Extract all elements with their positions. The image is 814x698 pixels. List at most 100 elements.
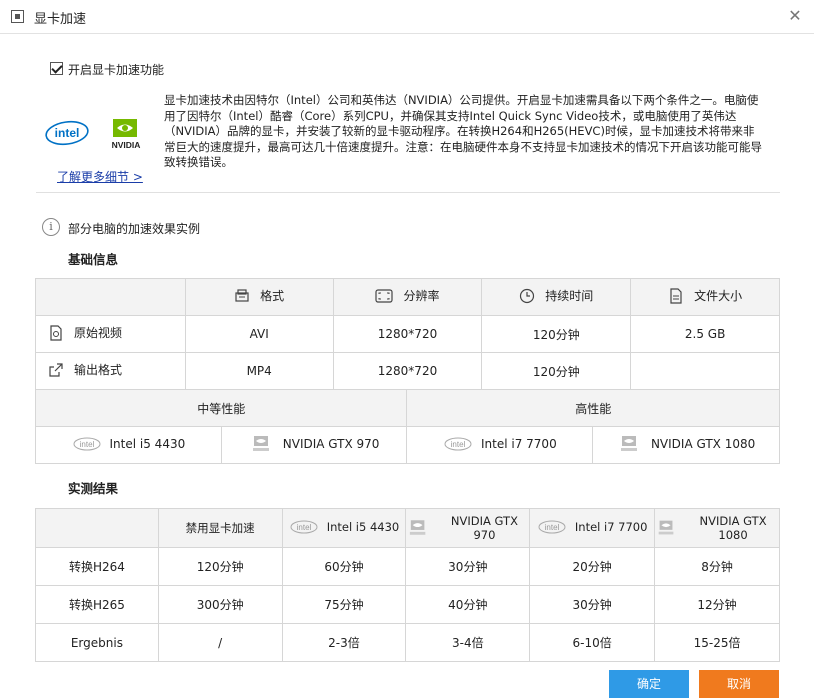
- table-cell: 20分钟: [529, 547, 656, 586]
- group-medium: 中等性能: [34, 389, 408, 427]
- header-hardware: intel Intel i7 7700: [529, 508, 656, 548]
- title-bar: 显卡加速 ✕: [0, 0, 814, 34]
- intel-small-icon: intel: [73, 437, 101, 450]
- table-row: 原始视频 AVI 1280*720 120分钟 2.5 GB: [35, 315, 780, 353]
- header-filesize-label: 文件大小: [694, 289, 743, 304]
- basic-info-heading: 基础信息: [68, 252, 119, 267]
- header-resolution-label: 分辨率: [403, 289, 440, 304]
- results-header-row: 禁用显卡加速 intel Intel i5 4430 NVIDIA GTX 97…: [35, 508, 780, 548]
- basic-info-header-row: 格式 分辨率 持续时间 文件大小: [35, 278, 780, 316]
- table-cell: 120分钟: [481, 315, 632, 353]
- performance-table: 中等性能 高性能 intel Intel i5 4430 NVIDIA GTX …: [34, 389, 780, 464]
- header-format: 格式: [184, 278, 334, 316]
- nvidia-small-icon: [620, 435, 637, 451]
- source-video-label: 原始视频: [74, 326, 123, 341]
- hardware-name: NVIDIA GTX 1080: [699, 514, 767, 542]
- table-cell: 2-3倍: [281, 623, 407, 662]
- row-label: 转换H265: [35, 585, 159, 624]
- chip-icon: [11, 10, 24, 23]
- table-cell: /: [157, 623, 283, 662]
- table-cell: 1280*720: [332, 315, 483, 353]
- intel-logo: intel: [45, 120, 89, 146]
- table-cell: 300分钟: [157, 585, 283, 624]
- row-label-source: 原始视频: [35, 315, 186, 353]
- header-format-label: 格式: [260, 289, 285, 304]
- table-row: 输出格式 MP4 1280*720 120分钟: [35, 352, 780, 390]
- hardware-cell: intel Intel i5 4430: [35, 426, 222, 464]
- table-cell: 1280*720: [332, 352, 483, 390]
- table-cell: 60分钟: [281, 547, 407, 586]
- header-empty: [35, 278, 186, 316]
- table-cell: 30分钟: [529, 585, 656, 624]
- header-hardware: intel Intel i5 4430: [281, 508, 407, 548]
- table-cell: AVI: [184, 315, 334, 353]
- hardware-name: NVIDIA GTX 970: [282, 436, 380, 451]
- table-cell: 6-10倍: [529, 623, 656, 662]
- document-icon: [235, 289, 249, 302]
- enable-gpu-checkbox[interactable]: [50, 62, 63, 75]
- hardware-name: Intel i5 4430: [109, 436, 186, 451]
- clock-icon: [520, 288, 535, 303]
- hardware-name: Intel i7 7700: [481, 436, 557, 451]
- group-high: 高性能: [406, 389, 780, 427]
- nvidia-logo-text: NVIDIA: [112, 140, 141, 150]
- nvidia-logo: NVIDIA: [112, 119, 141, 150]
- hardware-cell: intel Intel i7 7700: [406, 426, 594, 464]
- info-icon: i: [42, 218, 60, 236]
- close-icon[interactable]: ✕: [786, 7, 804, 25]
- export-icon: [49, 363, 63, 377]
- table-row: intel Intel i5 4430 NVIDIA GTX 970 intel…: [35, 426, 780, 464]
- basic-info-table: 格式 分辨率 持续时间 文件大小 原始视频 AVI 1280*720 120分钟…: [35, 278, 780, 390]
- table-cell: 8分钟: [654, 547, 780, 586]
- table-row: Ergebnis / 2-3倍 3-4倍 6-10倍 15-25倍: [35, 623, 780, 662]
- divider: [36, 192, 780, 193]
- row-label: 转换H264: [35, 547, 159, 586]
- table-row: 转换H265 300分钟 75分钟 40分钟 30分钟 12分钟: [35, 585, 780, 624]
- header-hardware: NVIDIA GTX 1080: [654, 508, 780, 548]
- nvidia-small-icon: [410, 520, 426, 535]
- intel-small-icon: intel: [444, 437, 472, 450]
- output-format-label: 输出格式: [74, 363, 123, 378]
- row-label: Ergebnis: [35, 623, 159, 662]
- file-icon: [670, 288, 682, 304]
- intel-small-text: intel: [451, 440, 466, 449]
- header-filesize: 文件大小: [630, 278, 780, 316]
- header-empty: [35, 508, 159, 548]
- intel-small-text: intel: [79, 440, 94, 449]
- hardware-cell: NVIDIA GTX 970: [220, 426, 408, 464]
- intel-logo-text: intel: [55, 126, 80, 140]
- table-cell: 3-4倍: [405, 623, 531, 662]
- hardware-name: Intel i5 4430: [326, 519, 400, 534]
- hardware-name: NVIDIA GTX 1080: [650, 436, 756, 451]
- gpu-description: 显卡加速技术由因特尔（Intel）公司和英伟达（NVIDIA）公司提供。开启显卡…: [164, 93, 762, 169]
- nvidia-small-icon: [252, 435, 269, 451]
- table-cell: 120分钟: [481, 352, 632, 390]
- intel-small-text: intel: [296, 523, 311, 532]
- results-heading: 实测结果: [68, 481, 119, 496]
- table-cell: 120分钟: [157, 547, 283, 586]
- performance-header-row: 中等性能 高性能: [34, 389, 780, 427]
- header-duration: 持续时间: [481, 278, 632, 316]
- hardware-name: Intel i7 7700: [574, 519, 648, 534]
- window-title: 显卡加速: [34, 12, 87, 27]
- header-duration-label: 持续时间: [545, 289, 594, 304]
- resolution-icon: [375, 289, 394, 303]
- hardware-cell: NVIDIA GTX 1080: [592, 426, 780, 464]
- intel-small-icon: intel: [538, 520, 566, 533]
- table-cell: MP4: [184, 352, 334, 390]
- intel-small-text: intel: [545, 523, 560, 532]
- row-label-output: 输出格式: [35, 352, 186, 390]
- table-cell: [630, 352, 780, 390]
- table-cell: 12分钟: [654, 585, 780, 624]
- section-note: 部分电脑的加速效果实例: [68, 222, 201, 236]
- intel-small-icon: intel: [290, 520, 318, 533]
- table-cell: 15-25倍: [654, 623, 780, 662]
- header-resolution: 分辨率: [332, 278, 483, 316]
- table-cell: 75分钟: [281, 585, 407, 624]
- table-cell: 2.5 GB: [630, 315, 780, 353]
- enable-gpu-label[interactable]: 开启显卡加速功能: [68, 61, 164, 78]
- table-cell: 40分钟: [405, 585, 531, 624]
- hardware-name: NVIDIA GTX 970: [450, 514, 518, 542]
- learn-more-link[interactable]: 了解更多细节 >: [57, 168, 143, 185]
- header-no-accel: 禁用显卡加速: [157, 508, 283, 548]
